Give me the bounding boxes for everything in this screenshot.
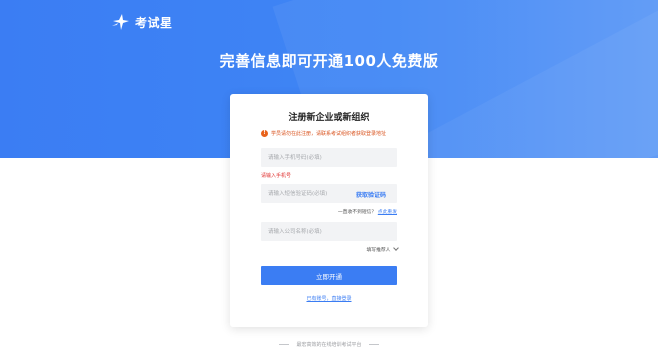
referrer-label: 填写推荐人 <box>366 248 391 253</box>
phone-input[interactable] <box>261 148 397 167</box>
footer: 最宏高效的在线培训考试平台 <box>0 341 658 348</box>
page-title: 完善信息即可开通100人免费版 <box>219 52 439 70</box>
resend-prompt: 一直收不到短信？ <box>337 210 377 215</box>
form-title: 注册新企业或新组织 <box>288 113 370 123</box>
chevron-down-icon <box>393 245 399 251</box>
register-card: 注册新企业或新组织 ! 学员请勿在此注册，请联系考试组织者获取登录地址 请输入手… <box>230 94 428 327</box>
divider <box>368 344 379 345</box>
star-logo-icon <box>112 14 129 30</box>
warning-icon: ! <box>261 130 268 137</box>
brand-logo[interactable]: 考试星 <box>111 12 173 32</box>
company-name-input[interactable] <box>261 222 397 241</box>
footer-tagline: 最宏高效的在线培训考试平台 <box>296 342 362 348</box>
login-link[interactable]: 已有账号，直接登录 <box>230 295 428 302</box>
resend-line: 一直收不到短信？ 点此重发 <box>230 208 397 215</box>
divider <box>279 344 290 345</box>
brand-name: 考试星 <box>135 15 173 30</box>
submit-button[interactable]: 立即开通 <box>261 266 397 285</box>
get-code-button[interactable]: 获取验证码 <box>356 190 386 199</box>
notice-banner: ! 学员请勿在此注册，请联系考试组织者获取登录地址 <box>261 129 421 138</box>
resend-link[interactable]: 点此重发 <box>378 210 397 215</box>
phone-error-text: 请输入手机号 <box>261 173 292 179</box>
notice-text: 学员请勿在此注册，请联系考试组织者获取登录地址 <box>271 131 387 137</box>
referrer-toggle[interactable]: 填写推荐人 <box>230 245 399 253</box>
